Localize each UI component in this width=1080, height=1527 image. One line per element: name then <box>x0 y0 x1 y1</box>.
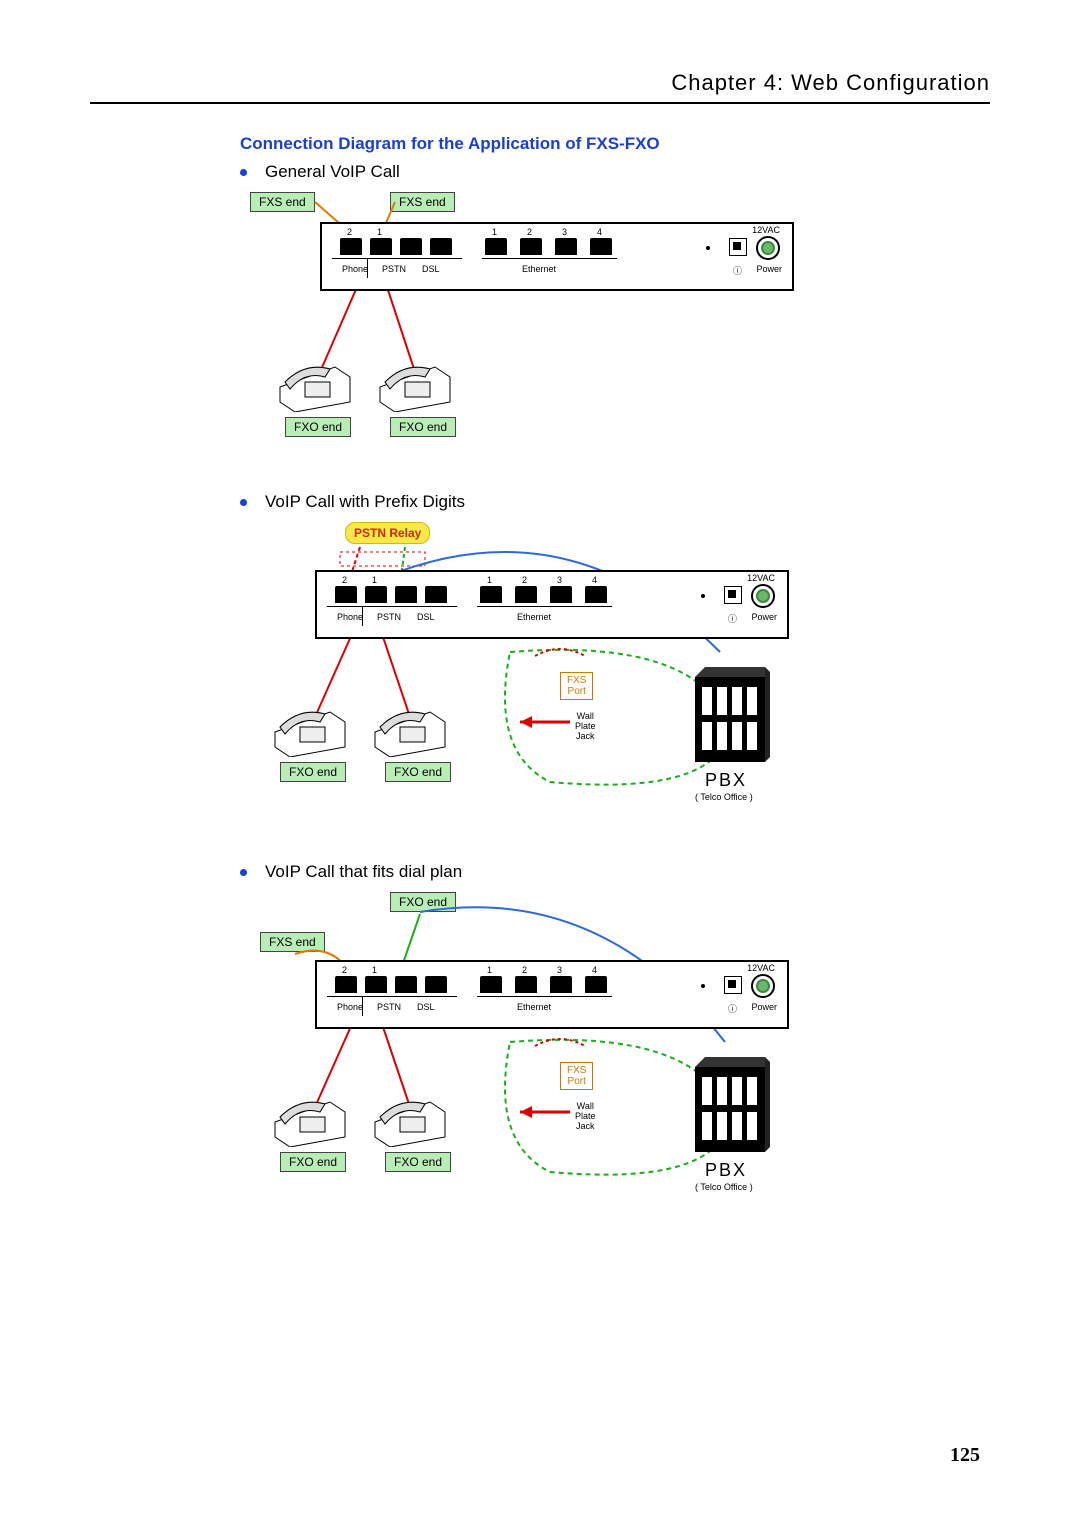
fxo-end-tag: FXO end <box>285 417 351 437</box>
fxo-end-tag: FXO end <box>280 1152 346 1172</box>
pbx-building-icon <box>690 667 770 767</box>
fxo-end-tag: FXO end <box>385 762 451 782</box>
router-device: 2 1 Phone PSTN DSL 1 2 3 4 Ethernet 12VA… <box>315 960 789 1029</box>
phone-icon <box>270 702 350 757</box>
bullet-label: VoIP Call with Prefix Digits <box>265 492 465 512</box>
port-num: 4 <box>597 227 602 237</box>
bullet-prefix-digits: VoIP Call with Prefix Digits <box>240 492 990 512</box>
diagram-prefix-digits: PSTN Relay 2 1 <box>240 522 990 842</box>
diagram-dial-plan: FXO end FXS end 2 1 <box>240 892 990 1232</box>
phone-icon <box>275 357 355 412</box>
pbx-building-icon <box>690 1057 770 1157</box>
port-label: PSTN <box>382 264 406 274</box>
port-num: 1 <box>377 227 382 237</box>
fxo-end-tag: FXO end <box>390 417 456 437</box>
fxo-end-tag: FXO end <box>385 1152 451 1172</box>
pbx-label: PBX <box>705 1160 747 1181</box>
page: Chapter 4: Web Configuration Connection … <box>0 0 1080 1527</box>
bullet-icon <box>240 869 247 876</box>
router-device: 2 1 Phone PSTN DSL 1 2 3 4 Ethernet 12VA… <box>315 570 789 639</box>
fxs-port-tag: FXS Port <box>560 672 593 700</box>
port-label: Phone <box>340 264 370 274</box>
power-label: 12VAC <box>752 225 780 235</box>
phone-icon <box>270 1092 350 1147</box>
phone-icon <box>370 1092 450 1147</box>
bullet-dial-plan: VoIP Call that fits dial plan <box>240 862 990 882</box>
bullet-icon <box>240 499 247 506</box>
diagram-general-voip: FXS end FXS end 2 1 Phone PSTN DSL <box>240 192 990 472</box>
pbx-sublabel: ( Telco Office ) <box>695 792 753 802</box>
port-label: DSL <box>422 264 440 274</box>
bullet-general-voip: General VoIP Call <box>240 162 990 182</box>
section-title: Connection Diagram for the Application o… <box>240 134 990 154</box>
port-num: 1 <box>492 227 497 237</box>
phone-icon <box>370 702 450 757</box>
chapter-header: Chapter 4: Web Configuration <box>90 70 990 104</box>
port-label: Ethernet <box>522 264 556 274</box>
page-number: 125 <box>950 1444 980 1467</box>
info-icon: ⓘ <box>733 264 742 277</box>
port-num: 3 <box>562 227 567 237</box>
power-text: Power <box>756 264 782 274</box>
router-device: 2 1 Phone PSTN DSL 1 2 3 4 Ethernet 12VA… <box>320 222 794 291</box>
phone-icon <box>375 357 455 412</box>
port-num: 2 <box>347 227 352 237</box>
port-num: 2 <box>527 227 532 237</box>
pbx-label: PBX <box>705 770 747 791</box>
fxo-end-tag: FXO end <box>280 762 346 782</box>
bullet-label: General VoIP Call <box>265 162 400 182</box>
fxs-port-tag: FXS Port <box>560 1062 593 1090</box>
wall-plate-label: Wall Plate Jack <box>575 712 596 742</box>
bullet-label: VoIP Call that fits dial plan <box>265 862 462 882</box>
wall-plate-label: Wall Plate Jack <box>575 1102 596 1132</box>
pbx-sublabel: ( Telco Office ) <box>695 1182 753 1192</box>
bullet-icon <box>240 169 247 176</box>
